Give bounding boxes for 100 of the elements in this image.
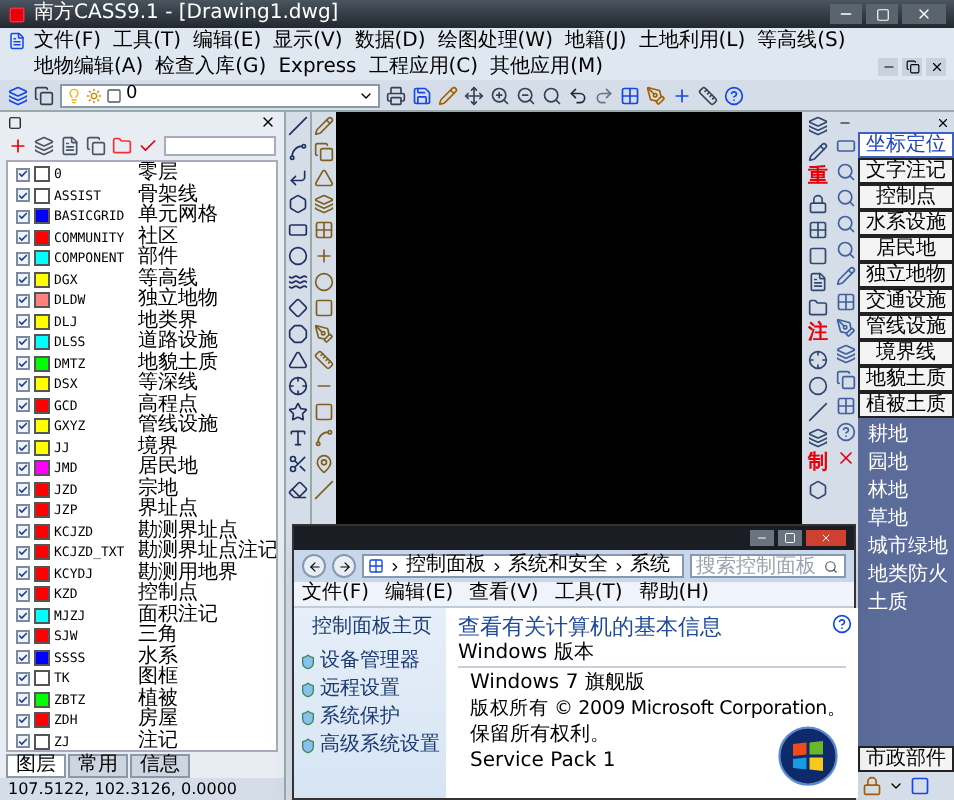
visibility-checkbox[interactable] (16, 419, 30, 434)
visibility-checkbox[interactable] (16, 398, 30, 413)
visibility-checkbox[interactable] (16, 440, 30, 455)
panel-tab[interactable]: 图层 (6, 754, 66, 778)
menu-item[interactable]: 等高线(S) (757, 28, 846, 54)
forward-button[interactable] (332, 554, 356, 578)
menu-item[interactable]: 帮助(H) (638, 584, 710, 604)
hexagon-icon[interactable] (288, 194, 308, 214)
grid-icon[interactable] (620, 85, 640, 105)
breadcrumb-item[interactable]: 控制面板 (406, 556, 486, 576)
task-link[interactable]: 高级系统设置 (320, 736, 440, 756)
color-swatch[interactable] (34, 250, 50, 267)
color-swatch[interactable] (34, 649, 50, 666)
eraser-icon[interactable] (288, 480, 308, 500)
square-icon[interactable] (910, 776, 930, 796)
visibility-checkbox[interactable] (16, 482, 30, 497)
circle-icon[interactable] (808, 376, 828, 396)
color-swatch[interactable] (34, 502, 50, 519)
color-swatch[interactable] (34, 460, 50, 477)
minimize-button[interactable] (830, 4, 862, 24)
color-swatch[interactable] (34, 397, 50, 414)
category-item[interactable]: 耕地 (868, 426, 954, 446)
visibility-checkbox[interactable] (16, 335, 30, 350)
visibility-checkbox[interactable] (16, 461, 30, 476)
scissors-icon[interactable] (288, 454, 308, 474)
minimize-button[interactable] (878, 58, 898, 76)
curve-icon[interactable] (288, 142, 308, 162)
help-icon[interactable] (832, 614, 853, 634)
visibility-checkbox[interactable] (16, 377, 30, 392)
maximize-button[interactable] (866, 4, 898, 24)
color-swatch[interactable] (34, 313, 50, 330)
triangle-icon[interactable] (314, 168, 334, 188)
hook-arrow-icon[interactable] (288, 168, 308, 188)
color-swatch[interactable] (34, 334, 50, 351)
wave-icon[interactable] (288, 272, 308, 292)
color-swatch[interactable] (34, 712, 50, 729)
document-icon[interactable] (60, 136, 80, 156)
visibility-checkbox[interactable] (16, 566, 30, 581)
rectangle-icon[interactable] (288, 220, 308, 240)
address-bar[interactable]: 控制面板 系统和安全 系统 (362, 554, 684, 578)
pen-icon[interactable] (314, 324, 334, 344)
color-swatch[interactable] (34, 187, 50, 204)
category-item[interactable]: 园地 (868, 454, 954, 474)
color-swatch[interactable] (34, 670, 50, 687)
visibility-checkbox[interactable] (16, 587, 30, 602)
circle-icon[interactable] (288, 246, 308, 266)
hexagon-icon[interactable] (808, 480, 828, 500)
search-icon[interactable] (836, 188, 856, 208)
visibility-checkbox[interactable] (16, 545, 30, 560)
menu-item[interactable]: 查看(V) (469, 584, 539, 604)
color-swatch[interactable] (34, 565, 50, 582)
lock-icon[interactable] (808, 194, 828, 214)
color-swatch[interactable] (34, 166, 50, 183)
category-item[interactable]: 地类防火 (868, 566, 954, 586)
pen-icon[interactable] (646, 85, 666, 105)
search-icon[interactable] (836, 240, 856, 260)
category-button[interactable]: 植被土质 (858, 392, 954, 418)
color-swatch[interactable] (34, 523, 50, 540)
category-button[interactable]: 水系设施 (858, 210, 954, 236)
visibility-checkbox[interactable] (16, 650, 30, 665)
copy-icon[interactable] (836, 370, 856, 390)
line-icon[interactable] (314, 480, 334, 500)
category-item[interactable]: 林地 (868, 482, 954, 502)
color-swatch[interactable] (34, 208, 50, 225)
visibility-checkbox[interactable] (16, 209, 30, 224)
visibility-checkbox[interactable] (16, 314, 30, 329)
ruler-icon[interactable] (698, 85, 718, 105)
category-item[interactable]: 城市绿地 (868, 538, 954, 558)
lock-icon[interactable] (862, 776, 882, 796)
triangle-icon[interactable] (288, 350, 308, 370)
color-swatch[interactable] (34, 586, 50, 603)
pen-icon[interactable] (836, 318, 856, 338)
visibility-checkbox[interactable] (16, 524, 30, 539)
color-swatch[interactable] (34, 355, 50, 372)
zoom-in-icon[interactable] (490, 85, 510, 105)
visibility-checkbox[interactable] (16, 629, 30, 644)
search-icon[interactable] (542, 85, 562, 105)
copy-icon[interactable] (86, 136, 106, 156)
visibility-checkbox[interactable] (16, 167, 30, 182)
crosshair-icon[interactable] (288, 376, 308, 396)
menu-item[interactable]: 编辑(E) (385, 584, 454, 604)
footer-button[interactable]: 市政部件 (858, 746, 954, 772)
panel-tab[interactable]: 信息 (130, 754, 190, 778)
redo-icon[interactable] (594, 85, 614, 105)
new-layer-icon[interactable] (8, 136, 28, 156)
visibility-checkbox[interactable] (16, 671, 30, 686)
filter-field[interactable] (164, 136, 276, 156)
caret-icon[interactable] (888, 778, 904, 794)
line-icon[interactable] (808, 402, 828, 422)
category-button[interactable]: 居民地 (858, 236, 954, 262)
category-button[interactable]: 控制点 (858, 184, 954, 210)
check-icon[interactable] (138, 136, 158, 156)
grid-icon[interactable] (836, 292, 856, 312)
color-swatch[interactable] (34, 418, 50, 435)
category-item[interactable]: 土质 (868, 594, 954, 614)
search-field[interactable]: 搜索控制面板 (690, 554, 846, 578)
category-button[interactable]: 管线设施 (858, 314, 954, 340)
color-swatch[interactable] (34, 229, 50, 246)
breadcrumb-item[interactable]: 系统和安全 (508, 556, 608, 576)
menu-item[interactable]: 检查入库(G) (155, 54, 267, 80)
